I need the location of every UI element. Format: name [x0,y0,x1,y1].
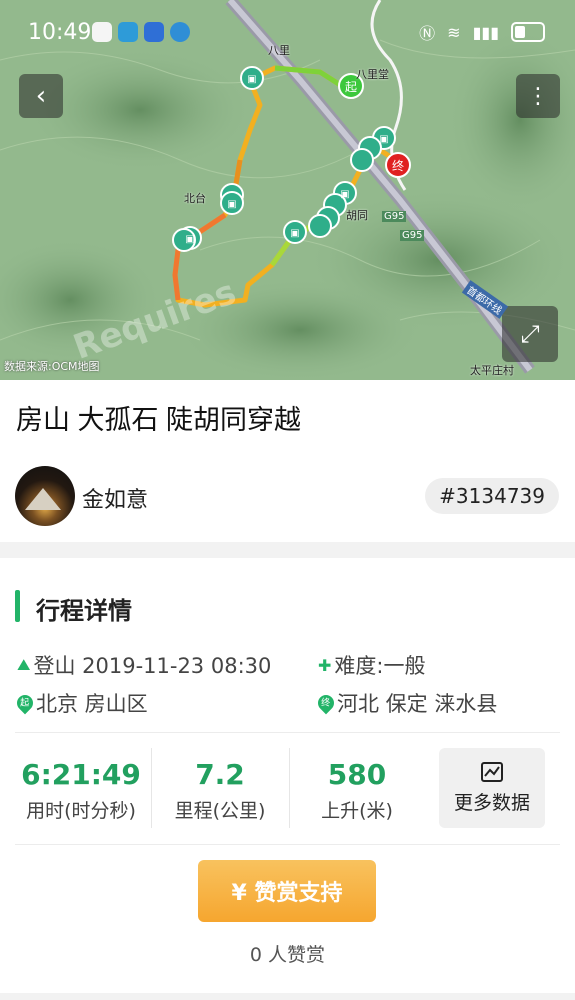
back-button[interactable]: ‹ [19,74,63,118]
svg-text:▣: ▣ [247,74,256,85]
highway-badge: G95 [400,230,425,241]
duration-value: 6:21:49 [21,758,141,791]
nfc-icon: Ⓝ [419,24,436,43]
duration-label: 用时(时分秒) [26,800,136,822]
mountain-icon: ⛰ [17,655,31,674]
svg-text:▣: ▣ [185,234,194,245]
reward-button[interactable]: ¥ 赞赏支持 [198,860,376,922]
map-source-label: 数据来源:OCM地图 [4,360,100,373]
fullscreen-button[interactable]: ⤢ [502,306,558,362]
more-vertical-icon: ⋮ [527,83,549,109]
place-label: 北台 [184,192,206,205]
ascent-label: 上升(米) [321,800,393,822]
end-pin-icon: 终 [314,691,338,715]
place-label: 八里堂 [356,68,389,81]
end-marker-label: 终 [391,158,404,173]
browser-icon [170,22,190,42]
divider [15,844,560,845]
difficulty-info: ✚ 难度:一般 [318,650,425,680]
route-title: 房山 大孤石 陡胡同穿越 [16,405,302,435]
end-location-info: 终 河北 保定 涞水县 [314,688,498,718]
route-id-badge: #3134739 [425,478,559,514]
more-data-button[interactable]: 更多数据 [439,748,545,828]
ascent-value: 580 [327,758,387,791]
reward-count: 0 人赞赏 [249,944,326,966]
start-pin-label: 起 [20,698,30,709]
puzzle-icon: ✚ [318,655,332,675]
more-data-label: 更多数据 [453,791,530,814]
end-marker[interactable]: 终 [385,152,411,178]
more-menu-button[interactable]: ⋮ [516,74,560,118]
route-map[interactable]: ▣ ▣ ▣ ▣ ▣ ▣ 10:49 Ⓝ ≋ ▮▮▮ ‹ ⋮ ⤢ 起 终 八里 八… [0,0,575,380]
download-icon [118,22,138,42]
divider [15,732,560,733]
app-notification-icon [144,22,164,42]
svg-text:▣: ▣ [227,199,236,210]
end-location-text: 河北 保定 涞水县 [337,692,498,716]
section-accent-bar [15,590,20,622]
author-name[interactable]: 金如意 [82,482,148,514]
battery-icon [511,22,545,42]
avatar[interactable] [15,466,75,526]
svg-text:▣: ▣ [379,134,388,145]
wifi-icon: ≋ [447,22,461,42]
svg-text:▣: ▣ [340,189,349,200]
end-pin-label: 终 [321,698,331,709]
start-pin-icon: 起 [13,691,37,715]
distance-label: 里程(公里) [174,800,266,822]
chevron-left-icon: ‹ [35,81,47,111]
section-title: 行程详情 [36,597,132,625]
svg-text:▣: ▣ [290,228,299,239]
place-label: 八里 [268,44,290,57]
place-label: 太平庄村 [470,364,514,377]
difficulty-text: 难度:一般 [334,654,426,678]
start-location-info: 起 北京 房山区 [13,688,148,718]
highway-badge: G95 [382,211,407,222]
signal-icon: ▮▮▮ [472,22,499,42]
status-time: 10:49 [28,20,92,45]
app-notification-icon [92,22,112,42]
activity-text: 登山 2019-11-23 08:30 [33,654,272,678]
activity-info: ⛰ 登山 2019-11-23 08:30 [17,650,271,680]
place-label: 胡同 [346,209,368,222]
chart-icon [481,761,503,782]
distance-value: 7.2 [195,758,245,791]
start-location-text: 北京 房山区 [36,692,148,716]
expand-icon: ⤢ [520,320,540,348]
